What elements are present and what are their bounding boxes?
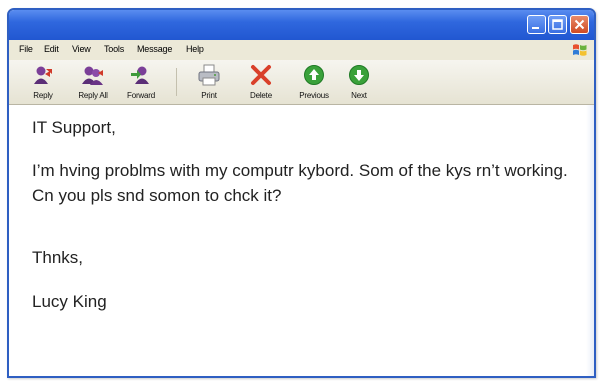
delete-x-icon <box>251 65 271 85</box>
reply-all-button[interactable]: Reply All <box>71 61 115 103</box>
toolbar-separator <box>176 68 177 96</box>
print-label: Print <box>201 91 217 100</box>
up-arrow-icon <box>304 65 324 85</box>
menu-file[interactable]: File <box>19 44 33 54</box>
reply-all-icon <box>82 66 103 85</box>
delete-label: Delete <box>250 91 272 100</box>
message-paragraph: I’m hving problms with my computr kybord… <box>32 161 568 205</box>
previous-button[interactable]: Previous <box>292 61 336 103</box>
maximize-button[interactable] <box>548 15 567 34</box>
menu-tools[interactable]: Tools <box>104 44 124 54</box>
next-label: Next <box>351 91 367 100</box>
print-button[interactable]: Print <box>187 61 231 103</box>
minimize-button[interactable] <box>527 15 546 34</box>
menu-view[interactable]: View <box>72 44 91 54</box>
next-button[interactable]: Next <box>337 61 381 103</box>
window-edge-shade <box>586 105 594 376</box>
menu-help[interactable]: Help <box>186 44 204 54</box>
message-signature: Lucy King <box>32 292 107 311</box>
menu-bar: File Edit View Tools Message Help <box>9 40 594 60</box>
delete-button[interactable]: Delete <box>239 61 283 103</box>
reply-icon <box>34 66 52 84</box>
menu-edit[interactable]: Edit <box>44 44 59 54</box>
close-icon <box>574 19 585 30</box>
windows-logo-icon <box>573 44 587 56</box>
toolbar: Reply Reply All Forward Print Delete Pre… <box>9 60 594 105</box>
close-button[interactable] <box>570 15 589 34</box>
title-bar[interactable] <box>9 10 594 40</box>
forward-button[interactable]: Forward <box>119 61 163 103</box>
maximize-icon <box>552 19 563 30</box>
message-greeting: IT Support, <box>32 118 116 137</box>
forward-icon <box>131 66 149 84</box>
reply-button[interactable]: Reply <box>21 61 65 103</box>
reply-label: Reply <box>33 91 53 100</box>
menu-message[interactable]: Message <box>137 44 172 54</box>
email-window: File Edit View Tools Message Help Reply <box>7 8 596 378</box>
message-closing: Thnks, <box>32 248 84 267</box>
minimize-icon <box>532 27 539 29</box>
message-body[interactable]: IT Support, I’m hving problms with my co… <box>9 105 594 376</box>
printer-icon <box>198 64 220 86</box>
forward-label: Forward <box>127 91 155 100</box>
down-arrow-icon <box>349 65 369 85</box>
